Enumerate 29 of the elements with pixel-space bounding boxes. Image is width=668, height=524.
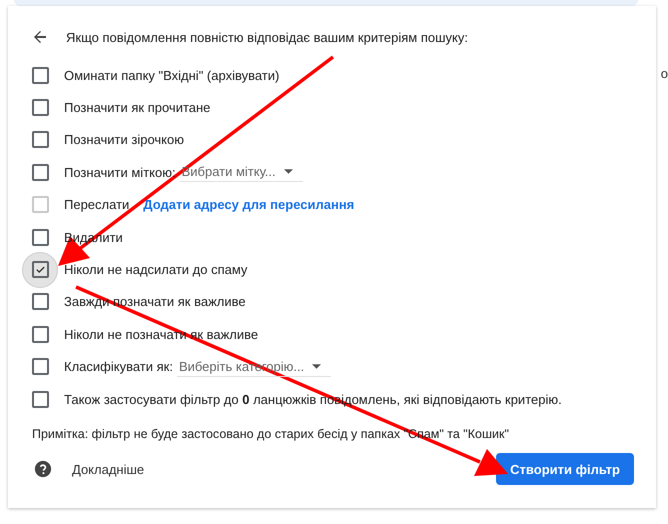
checkbox[interactable] xyxy=(32,261,48,278)
option-label: Позначити міткою: xyxy=(64,164,176,180)
option-label: Завжди позначати як важливе xyxy=(64,294,246,310)
heading-text: Якщо повідомлення повністю відповідає вашим критеріям пошуку: xyxy=(66,30,468,44)
option-label: Класифікувати як: xyxy=(64,359,173,374)
checkbox[interactable] xyxy=(32,390,48,408)
option-label: Оминати папку "Вхідні" (архівувати) xyxy=(64,68,280,83)
dropdown[interactable]: Вибрати мітку... xyxy=(180,162,303,182)
checkbox[interactable] xyxy=(32,228,48,246)
option-label: Ніколи не надсилати до спаму xyxy=(64,262,248,278)
check-icon xyxy=(34,264,46,276)
checkbox[interactable] xyxy=(32,293,48,310)
checkbox[interactable] xyxy=(32,358,48,376)
option-label: Ніколи не позначати як важливе xyxy=(64,326,258,342)
checkbox[interactable] xyxy=(32,99,48,116)
checkbox[interactable] xyxy=(32,131,48,148)
checkbox[interactable] xyxy=(32,164,48,181)
create-filter-button[interactable]: Створити фільтр xyxy=(496,453,634,486)
caret-icon xyxy=(312,364,322,369)
checkbox[interactable] xyxy=(32,326,48,343)
caret-icon xyxy=(284,169,293,174)
help-icon[interactable] xyxy=(34,460,52,478)
option-label: Переслати xyxy=(64,197,130,212)
learn-more-link[interactable]: Докладніше xyxy=(72,462,144,477)
option-label: Позначити зірочкою xyxy=(64,132,184,148)
checkbox[interactable] xyxy=(32,66,48,84)
background-text: о xyxy=(660,66,668,81)
option-label: Позначити як прочитане xyxy=(64,100,210,116)
back-arrow-icon[interactable] xyxy=(32,29,48,45)
